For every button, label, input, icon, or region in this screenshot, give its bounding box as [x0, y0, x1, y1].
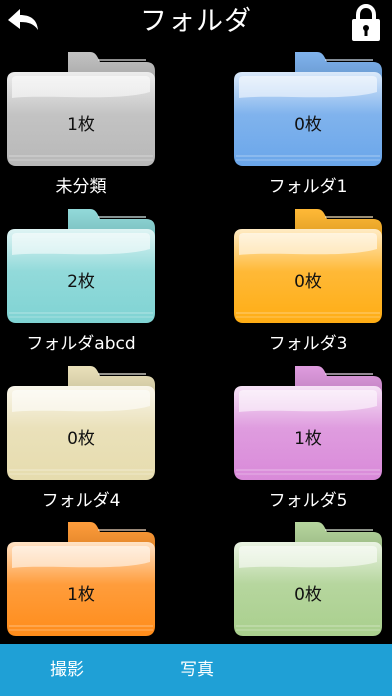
folder-name: フォルダ4 — [41, 491, 121, 511]
tab-camera[interactable]: 撮影 — [22, 644, 112, 696]
folder-item[interactable]: 0枚 — [230, 520, 386, 644]
folder-count: 0枚 — [294, 115, 322, 135]
folder-item[interactable]: 1枚 — [3, 520, 159, 644]
folder-grid: 1枚 未分類 0枚 フォルダ1 2枚 フォルダabcd 0枚 フォルダ3 0枚 フォルダ4 1枚 フォ… — [0, 50, 392, 644]
folder-icon — [7, 209, 155, 323]
folder-icon — [7, 52, 155, 166]
folder-count: 2枚 — [67, 272, 95, 292]
page-title: フォルダ — [140, 6, 252, 37]
lock-icon[interactable] — [350, 3, 382, 42]
folder-icon — [234, 522, 382, 636]
folder-name: フォルダ3 — [268, 334, 348, 354]
folder-count: 0枚 — [294, 272, 322, 292]
folder-item[interactable]: 0枚フォルダ1 — [230, 50, 386, 197]
folder-count: 1枚 — [67, 115, 95, 135]
folder-name: フォルダabcd — [26, 334, 136, 354]
folder-count: 0枚 — [294, 585, 322, 605]
folder-icon — [234, 366, 382, 480]
tab-bar: 撮影 写真 — [0, 644, 392, 696]
header: フォルダ — [0, 0, 392, 46]
folder-item[interactable]: 0枚フォルダ3 — [230, 207, 386, 354]
folder-icon — [7, 522, 155, 636]
folder-count: 1枚 — [294, 429, 322, 449]
folder-icon — [234, 52, 382, 166]
folder-name: フォルダ1 — [268, 177, 348, 197]
folder-count: 0枚 — [67, 429, 95, 449]
folder-name: フォルダ5 — [268, 491, 348, 511]
folder-item[interactable]: 0枚フォルダ4 — [3, 364, 159, 511]
folder-name: 未分類 — [55, 177, 107, 197]
folder-item[interactable]: 1枚フォルダ5 — [230, 364, 386, 511]
folder-item[interactable]: 1枚未分類 — [3, 50, 159, 197]
folder-count: 1枚 — [67, 585, 95, 605]
tab-photos[interactable]: 写真 — [152, 644, 242, 696]
folder-icon — [7, 366, 155, 480]
folder-icon — [234, 209, 382, 323]
folder-item[interactable]: 2枚フォルダabcd — [3, 207, 159, 354]
